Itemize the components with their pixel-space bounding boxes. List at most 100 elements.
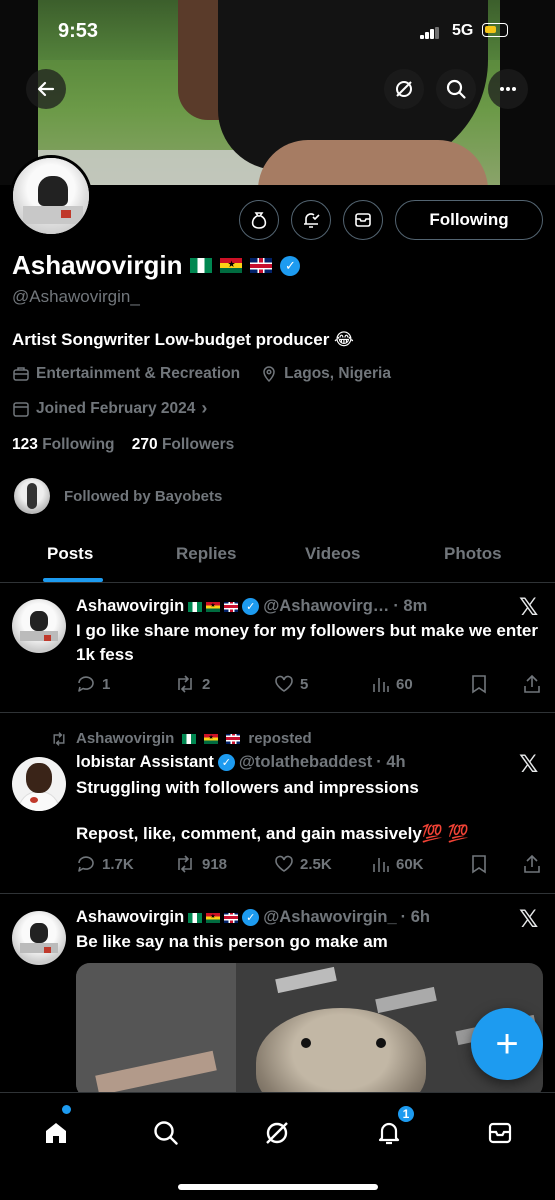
envelope-icon bbox=[488, 1122, 512, 1144]
post-author-name[interactable]: Ashawovirgin bbox=[76, 908, 184, 927]
nav-home[interactable] bbox=[38, 1115, 74, 1151]
post-item[interactable]: Ashawovirgin ✓ @Ashawovirg… · 8m 𝕏 I go … bbox=[0, 583, 555, 713]
view-count: 60 bbox=[396, 675, 413, 693]
views-button[interactable]: 60 bbox=[372, 674, 413, 694]
bookmark-button[interactable] bbox=[470, 674, 488, 694]
views-icon bbox=[373, 858, 389, 872]
views-icon bbox=[373, 678, 389, 692]
reply-count: 1.7K bbox=[102, 855, 134, 873]
reply-icon bbox=[78, 856, 94, 872]
following-button[interactable]: Following bbox=[395, 200, 543, 240]
battery-icon bbox=[482, 23, 508, 37]
repost-icon bbox=[178, 855, 192, 873]
bookmark-icon bbox=[472, 675, 486, 694]
post-avatar[interactable] bbox=[12, 599, 66, 653]
bookmark-icon bbox=[472, 855, 486, 874]
followed-by-row[interactable]: Followed by Bayobets bbox=[14, 478, 222, 514]
followers-link[interactable]: 270 Followers bbox=[132, 436, 235, 453]
share-button[interactable] bbox=[522, 854, 542, 874]
verified-badge-icon[interactable]: ✓ bbox=[280, 255, 301, 276]
like-count: 5 bbox=[300, 675, 309, 693]
status-bar: 9:53 5G bbox=[0, 18, 555, 48]
repost-icon bbox=[53, 731, 65, 746]
followers-count: 270 bbox=[131, 436, 158, 453]
nigeria-flag-icon bbox=[188, 601, 203, 612]
tab-posts[interactable]: Posts bbox=[47, 544, 93, 564]
uk-flag-icon bbox=[226, 733, 241, 744]
repost-by-name[interactable]: Ashawovirgin bbox=[76, 730, 174, 747]
views-button[interactable]: 60K bbox=[372, 854, 424, 874]
post-author-name[interactable]: lobistar Assistant bbox=[76, 753, 214, 772]
share-icon bbox=[524, 854, 540, 873]
post-time: · 6h bbox=[400, 908, 430, 926]
repost-label: reposted bbox=[248, 730, 312, 747]
post-avatar[interactable] bbox=[12, 757, 66, 811]
share-icon bbox=[524, 674, 540, 693]
notify-button[interactable] bbox=[291, 200, 331, 240]
like-button[interactable]: 5 bbox=[274, 674, 308, 694]
nav-grok[interactable] bbox=[259, 1115, 295, 1151]
post-author-handle: @tolathebaddest bbox=[238, 753, 373, 771]
tab-photos[interactable]: Photos bbox=[444, 544, 502, 564]
uk-flag-icon bbox=[224, 912, 239, 923]
search-button[interactable] bbox=[436, 69, 476, 109]
post-actions: 1.7K 918 2.5K 60K bbox=[76, 854, 546, 878]
more-button[interactable] bbox=[488, 69, 528, 109]
repost-count: 2 bbox=[202, 675, 211, 693]
x-logo-icon[interactable]: 𝕏 bbox=[519, 905, 538, 933]
home-new-dot bbox=[62, 1105, 71, 1114]
share-button[interactable] bbox=[522, 674, 542, 694]
tab-replies[interactable]: Replies bbox=[176, 544, 236, 564]
nav-search[interactable] bbox=[148, 1115, 184, 1151]
profile-tabs: Posts Replies Videos Photos bbox=[0, 528, 555, 583]
post-text: I go like share money for my followers b… bbox=[76, 621, 538, 664]
location-icon bbox=[263, 366, 275, 383]
profile-avatar[interactable] bbox=[10, 155, 92, 237]
joined-row[interactable]: Joined February 2024 › bbox=[12, 398, 207, 419]
more-icon bbox=[500, 87, 516, 91]
arrow-left-icon bbox=[37, 81, 55, 97]
like-count: 2.5K bbox=[300, 855, 332, 873]
verified-badge-icon: ✓ bbox=[242, 909, 260, 926]
following-label: Following bbox=[42, 436, 115, 453]
nav-messages[interactable] bbox=[482, 1115, 518, 1151]
tab-videos[interactable]: Videos bbox=[305, 544, 360, 564]
view-count: 60K bbox=[396, 855, 424, 873]
profile-location: Lagos, Nigeria bbox=[284, 365, 391, 382]
compose-button[interactable]: + bbox=[471, 1008, 543, 1080]
reply-button[interactable]: 1.7K bbox=[76, 854, 134, 874]
tip-button[interactable] bbox=[239, 200, 279, 240]
verified-badge-icon: ✓ bbox=[242, 598, 260, 615]
back-button[interactable] bbox=[26, 69, 66, 109]
repost-button[interactable]: 918 bbox=[174, 854, 227, 874]
message-button[interactable] bbox=[343, 200, 383, 240]
post-author-handle: @Ashawovirgin_ bbox=[263, 908, 397, 926]
post-author-handle: @Ashawovirg… bbox=[263, 597, 390, 615]
post-author-name[interactable]: Ashawovirgin bbox=[76, 597, 184, 616]
like-button[interactable]: 2.5K bbox=[274, 854, 332, 874]
verified-badge-icon: ✓ bbox=[217, 754, 235, 771]
profile-handle: @Ashawovirgin_ bbox=[12, 287, 140, 306]
nigeria-flag-icon bbox=[190, 258, 213, 273]
money-bag-icon bbox=[251, 212, 267, 229]
grok-button[interactable] bbox=[384, 69, 424, 109]
ghana-flag-icon bbox=[206, 912, 221, 923]
bell-check-icon bbox=[304, 213, 320, 228]
grok-icon bbox=[396, 81, 412, 97]
following-link[interactable]: 123 Following bbox=[12, 436, 115, 453]
post-avatar[interactable] bbox=[12, 911, 66, 965]
repost-count: 918 bbox=[202, 855, 228, 873]
bookmark-button[interactable] bbox=[470, 854, 488, 874]
x-logo-icon[interactable]: 𝕏 bbox=[519, 593, 538, 621]
repost-button[interactable]: 2 bbox=[174, 674, 210, 694]
uk-flag-icon bbox=[250, 258, 273, 273]
notifications-badge: 1 bbox=[396, 1104, 416, 1124]
reply-button[interactable]: 1 bbox=[76, 674, 110, 694]
profile-category: Entertainment & Recreation bbox=[36, 365, 241, 382]
profile-meta-row: Entertainment & Recreation Lagos, Nigeri… bbox=[12, 365, 391, 383]
profile-bio: Artist Songwriter Low-budget producer 😂 bbox=[12, 330, 354, 349]
nigeria-flag-icon bbox=[188, 912, 203, 923]
x-logo-icon[interactable]: 𝕏 bbox=[519, 750, 538, 778]
profile-joined: Joined February 2024 bbox=[36, 399, 196, 417]
post-actions: 1 2 5 60 bbox=[76, 674, 546, 698]
